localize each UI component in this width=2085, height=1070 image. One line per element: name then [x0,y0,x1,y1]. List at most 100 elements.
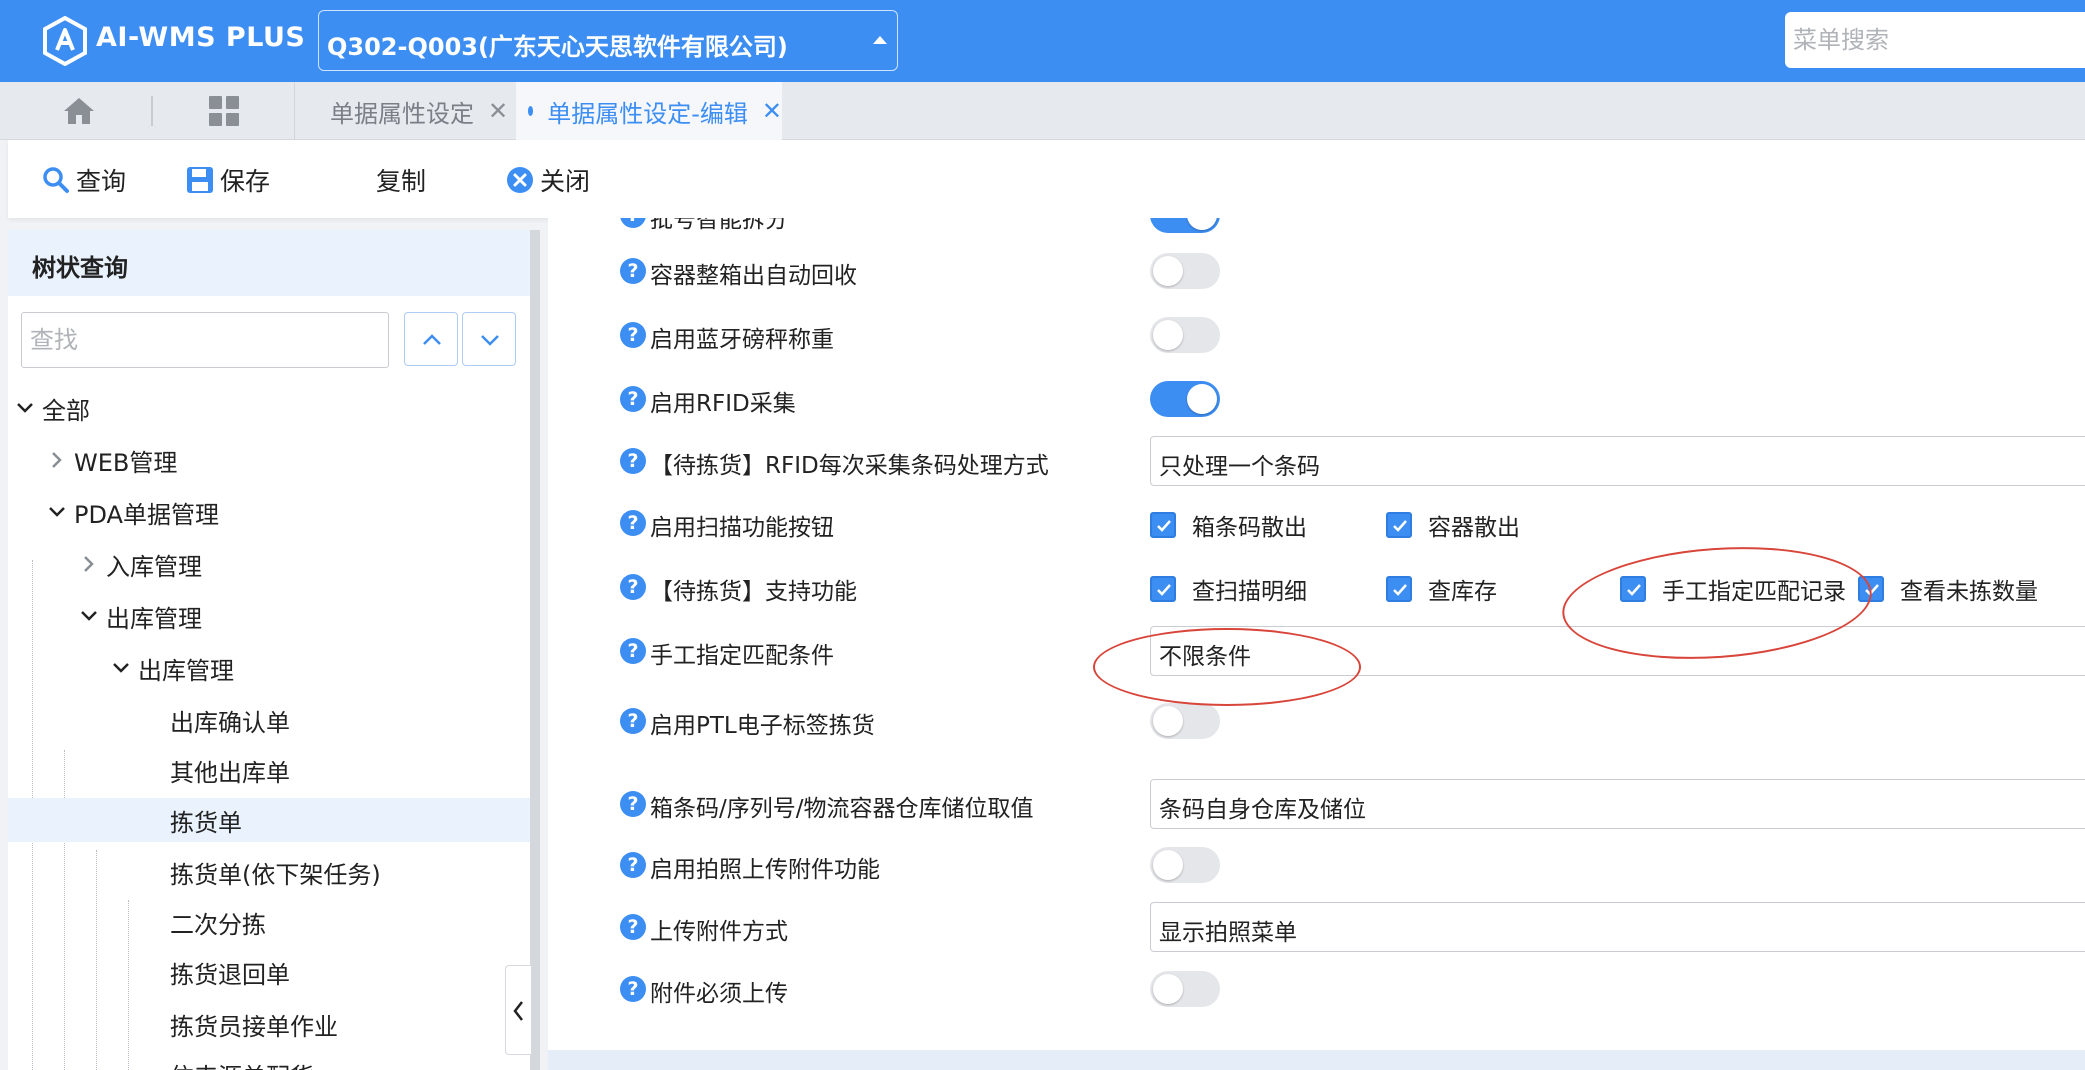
tree-node-pda[interactable]: PDA单据管理 [48,490,219,534]
tree-node-picker-accept[interactable]: 拣货员接单作业 [170,1002,338,1046]
toggle-switch[interactable] [1150,381,1220,417]
help-icon[interactable]: ? [620,448,646,474]
save-button[interactable]: 保存 [186,162,270,198]
setting-row-batch-split: ? 批号智能拆分 [548,218,2085,240]
setting-label: 启用蓝牙磅秤称重 [650,327,834,353]
tree-node-confirm[interactable]: 出库确认单 [170,698,290,742]
menu-search-input[interactable] [1785,12,2085,68]
query-button[interactable]: 查询 [42,162,126,198]
tree-node-label: 入库管理 [106,552,202,581]
tree-node-all[interactable]: 全部 [16,386,90,430]
help-icon[interactable]: ? [620,791,646,817]
toggle-switch[interactable] [1150,317,1220,353]
checkbox-stock[interactable]: 查库存 [1386,572,1497,606]
tree-panel: 树状查询 全部 WEB管理 PDA单据管理 入库管理 出库管理 出库管理 出库确… [8,230,530,1070]
tree-node-picking-task[interactable]: 拣货单(依下架任务) [170,850,381,894]
checkbox-manual-match[interactable]: 手工指定匹配记录 [1620,572,1846,606]
checkbox-label: 查看未拣数量 [1900,579,2038,605]
toggle-switch[interactable] [1150,218,1220,233]
setting-label: 附件必须上传 [650,981,788,1007]
home-icon[interactable] [62,96,96,126]
setting-row-supported-functions: ? 【待拣货】支持功能 查扫描明细 查库存 手工指定匹配记录 查看未拣数量 [548,562,2085,612]
setting-row-container-recycle: ? 容器整箱出自动回收 [548,246,2085,296]
help-icon[interactable]: ? [620,322,646,348]
tree-guide [96,850,97,1070]
tree-node-label: 出库管理 [106,604,202,633]
upload-method-select[interactable]: 显示拍照菜单 [1150,902,2085,952]
manual-condition-select[interactable]: 不限条件 [1150,626,2085,676]
search-prev-button[interactable] [404,312,458,366]
checkbox-label: 查扫描明细 [1192,579,1307,605]
tree-node-label: WEB管理 [74,448,178,477]
collapse-panel-button[interactable] [505,965,531,1055]
tab-divider [294,82,295,140]
tree-search-input[interactable] [21,312,389,368]
help-icon[interactable]: ? [620,218,646,228]
rfid-mode-select[interactable]: 只处理一个条码 [1150,436,2085,486]
checkbox-checked-icon [1386,512,1412,538]
close-icon[interactable]: ✕ [488,97,508,125]
tree-node-outbound[interactable]: 出库管理 [80,594,202,638]
chevron-right-icon [84,556,94,572]
checkbox-checked-icon [1150,512,1176,538]
tree-node-picking-return[interactable]: 拣货退回单 [170,950,290,994]
tree-node-partial[interactable]: 依来源单配货 [170,1052,314,1070]
help-icon[interactable]: ? [620,852,646,878]
chevron-down-icon [17,403,33,413]
setting-row-manual-condition: ? 手工指定匹配条件 不限条件 [548,626,2085,688]
tree-node-other-out[interactable]: 其他出库单 [170,748,290,792]
tree-node-picking[interactable]: 拣货单 [8,798,530,842]
search-next-button[interactable] [462,312,516,366]
setting-row-attachment-required: ? 附件必须上传 [548,968,2085,1018]
tree-node-label: 出库确认单 [170,708,290,737]
location-source-select[interactable]: 条码自身仓库及储位 [1150,779,2085,829]
setting-row-bluetooth-scale: ? 启用蓝牙磅秤称重 [548,310,2085,360]
tab-doc-attr-setting[interactable]: 单据属性设定 ✕ [330,82,508,140]
checkbox-scan-detail[interactable]: 查扫描明细 [1150,572,1307,606]
help-icon[interactable]: ? [620,914,646,940]
caret-up-icon [873,36,887,44]
tree-node-label: 依来源单配货 [170,1057,314,1070]
close-button[interactable]: 关闭 [506,162,590,198]
checkbox-container-scatter[interactable]: 容器散出 [1386,508,1520,542]
tree-node-label: 二次分拣 [170,910,266,939]
form-footer-strip [548,1050,2085,1070]
tab-doc-attr-setting-edit[interactable]: 单据属性设定-编辑 ✕ [516,82,782,140]
setting-label: 【待拣货】支持功能 [650,579,857,605]
save-icon [187,167,213,193]
query-label: 查询 [76,167,127,196]
toggle-switch[interactable] [1150,253,1220,289]
help-icon[interactable]: ? [620,574,646,600]
search-icon [43,167,69,193]
help-icon[interactable]: ? [620,386,646,412]
company-select[interactable]: Q302-Q003(广东天心天思软件有限公司) [318,10,898,71]
checkbox-box-scatter[interactable]: 箱条码散出 [1150,508,1307,542]
setting-row-photo-upload: ? 启用拍照上传附件功能 [548,844,2085,894]
checkbox-unpicked-qty[interactable]: 查看未拣数量 [1858,572,2038,606]
copy-button[interactable]: 复制 [376,162,426,198]
tree-node-outbound-sub[interactable]: 出库管理 [112,646,234,690]
tree-node-label: 拣货退回单 [170,960,290,989]
tree-node-label: 拣货员接单作业 [170,1012,338,1041]
help-icon[interactable]: ? [620,638,646,664]
setting-label: 启用RFID采集 [650,391,796,417]
checkbox-label: 手工指定匹配记录 [1662,579,1846,605]
panel-splitter[interactable] [530,230,540,1070]
tree-node-inbound[interactable]: 入库管理 [80,542,202,586]
tree-node-web[interactable]: WEB管理 [48,438,177,482]
help-icon[interactable]: ? [620,708,646,734]
checkbox-checked-icon [1620,576,1646,602]
help-icon[interactable]: ? [620,976,646,1002]
toggle-switch[interactable] [1150,847,1220,883]
grid-menu-icon[interactable] [208,95,240,127]
toggle-switch[interactable] [1150,703,1220,739]
toggle-switch[interactable] [1150,971,1220,1007]
setting-label: 启用拍照上传附件功能 [650,857,880,883]
close-icon[interactable]: ✕ [762,97,782,125]
tree-guide [128,900,129,1070]
app-header: AI-WMS PLUS Q302-Q003(广东天心天思软件有限公司) [0,0,2085,82]
help-icon[interactable]: ? [620,258,646,284]
tree-node-secondary-sort[interactable]: 二次分拣 [170,900,266,944]
help-icon[interactable]: ? [620,510,646,536]
checkbox-label: 箱条码散出 [1192,515,1307,541]
